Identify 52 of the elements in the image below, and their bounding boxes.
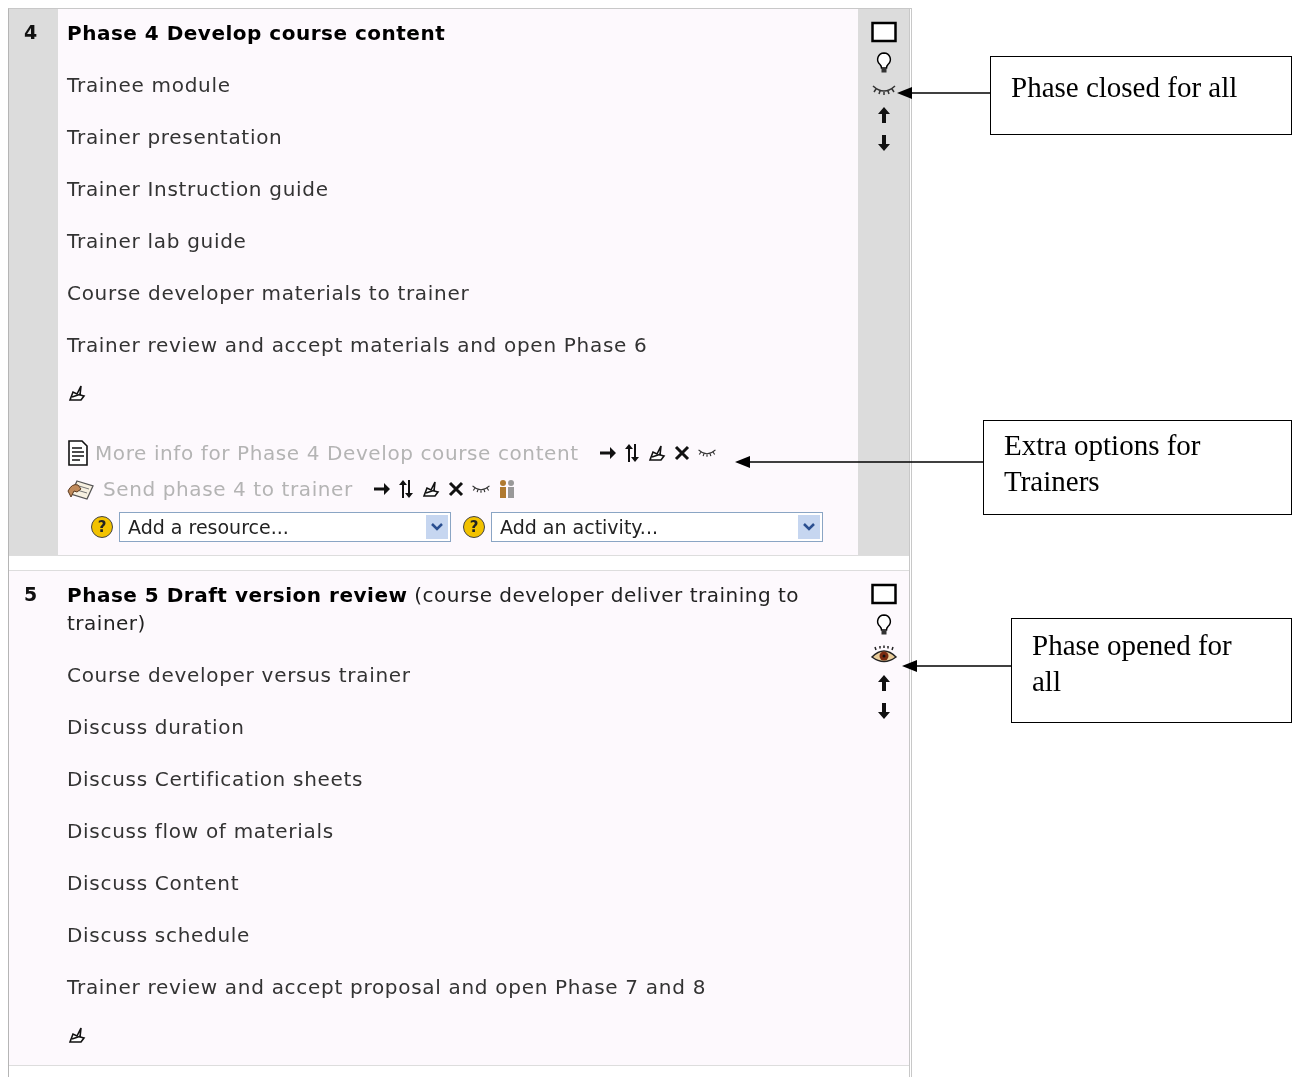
move-arrow-icon[interactable] xyxy=(598,445,617,461)
square-icon[interactable] xyxy=(870,21,897,43)
section-item: Discuss duration xyxy=(67,714,246,741)
add-select[interactable]: Add an activity... xyxy=(491,512,823,542)
caret-icon xyxy=(802,522,816,532)
delete-icon[interactable] xyxy=(446,480,465,498)
section-item: Course developer materials to trainer xyxy=(67,280,471,307)
section-item: Discuss flow of materials xyxy=(67,818,335,845)
closed-eye-icon[interactable] xyxy=(470,483,491,495)
up-down-arrows-icon[interactable] xyxy=(396,479,415,499)
section-item: Trainer Instruction guide xyxy=(67,176,330,203)
square-icon[interactable] xyxy=(870,583,897,605)
down-arrow-icon[interactable] xyxy=(875,701,892,721)
hand-paper-icon[interactable] xyxy=(67,477,97,501)
help-icon[interactable]: ? xyxy=(91,516,113,538)
closed-eye-icon[interactable] xyxy=(696,447,717,459)
lightbulb-icon[interactable] xyxy=(874,613,893,637)
move-arrow-icon[interactable] xyxy=(372,481,391,497)
callout-box: Phase opened for all xyxy=(1011,618,1292,723)
edit-icon[interactable] xyxy=(67,383,87,403)
section-title: Phase 5 Draft version review (course developer deliver training to trainer) xyxy=(67,582,801,637)
section-number: 4 xyxy=(23,20,39,45)
closed-eye-icon[interactable] xyxy=(870,83,897,97)
section-item: Trainer review and accept proposal and open Phase 7 and 8 xyxy=(67,974,708,1001)
section-title: Phase 4 Develop course content xyxy=(67,20,447,47)
lightbulb-icon[interactable] xyxy=(874,51,893,75)
help-icon[interactable]: ? xyxy=(463,516,485,538)
add-select[interactable]: Add a resource... xyxy=(119,512,451,542)
section-number: 5 xyxy=(23,582,39,607)
document-icon[interactable] xyxy=(67,440,89,466)
edit-icon[interactable] xyxy=(67,1025,87,1045)
section-item: Discuss Certification sheets xyxy=(67,766,365,793)
dropdown-button[interactable] xyxy=(798,515,820,539)
eye-icon[interactable] xyxy=(869,645,898,665)
down-arrow-icon[interactable] xyxy=(875,133,892,153)
section-item: Course developer versus trainer xyxy=(67,662,412,689)
section-item: Trainer review and accept materials and open Phase 6 xyxy=(67,332,649,359)
caret-icon xyxy=(430,522,444,532)
up-arrow-icon[interactable] xyxy=(875,673,892,693)
section-item: Trainer presentation xyxy=(67,124,284,151)
callout-box: Extra options for Trainers xyxy=(983,420,1292,515)
section-item: Trainer lab guide xyxy=(67,228,248,255)
dropdown-button[interactable] xyxy=(426,515,448,539)
delete-icon[interactable] xyxy=(672,444,691,462)
up-down-arrows-icon[interactable] xyxy=(622,443,641,463)
section-item: Discuss schedule xyxy=(67,922,252,949)
section-item: Discuss Content xyxy=(67,870,241,897)
callout-box: Phase closed for all xyxy=(990,56,1292,135)
edit-icon[interactable] xyxy=(646,443,667,463)
up-arrow-icon[interactable] xyxy=(875,105,892,125)
section-item: Trainee module xyxy=(67,72,232,99)
edit-icon[interactable] xyxy=(420,479,441,499)
